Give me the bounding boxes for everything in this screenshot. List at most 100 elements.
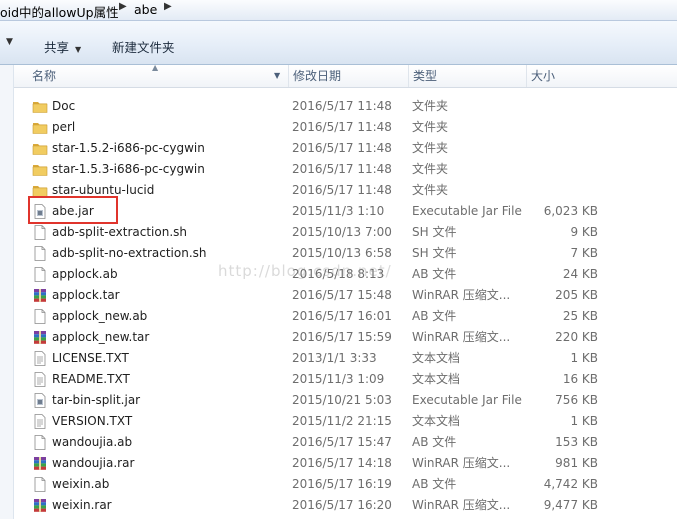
file-row[interactable]: tar-bin-split.jar 2015/10/21 5:03 Executab…	[14, 390, 677, 411]
file-row[interactable]: wandoujia.ab 2016/5/17 15:47 AB 文件 153 KB	[14, 432, 677, 453]
file-name: adb-split-extraction.sh	[52, 225, 188, 239]
file-type: 文本文档	[412, 351, 461, 365]
file-type: SH 文件	[412, 246, 457, 260]
file-row[interactable]: README.TXT 2015/11/3 1:09 文本文档 16 KB	[14, 369, 677, 390]
file-size: 4,742 KB	[543, 477, 598, 491]
file-name: weixin.ab	[52, 477, 110, 491]
file-name: star-1.5.2-i686-pc-cygwin	[52, 141, 205, 155]
file-size	[494, 159, 598, 180]
winrar-archive-icon	[32, 498, 48, 513]
file-name: Doc	[52, 99, 76, 113]
chevron-right-icon[interactable]: ▶	[164, 1, 172, 12]
file-row[interactable]: weixin.ab 2016/5/17 16:19 AB 文件 4,742 KB	[14, 474, 677, 495]
file-row[interactable]: abe.jar 2015/11/3 1:10 Executable Jar File…	[14, 201, 677, 222]
file-row[interactable]: Doc 2016/5/17 11:48 文件夹	[14, 96, 677, 117]
breadcrumb-current[interactable]: abe	[134, 2, 157, 17]
column-date[interactable]: 修改日期	[288, 65, 408, 87]
file-date: 2016/5/17 15:48	[292, 288, 392, 302]
file-row[interactable]: VERSION.TXT 2015/11/2 21:15 文本文档 1 KB	[14, 411, 677, 432]
file-type: AB 文件	[412, 309, 457, 323]
file-row[interactable]: adb-split-no-extraction.sh 2015/10/13 6:5…	[14, 243, 677, 264]
file-date: 2015/11/3 1:10	[292, 204, 385, 218]
column-name[interactable]: 名称	[28, 65, 288, 87]
file-row[interactable]: wandoujia.rar 2016/5/17 14:18 WinRAR 压缩文..…	[14, 453, 677, 474]
winrar-archive-icon	[32, 288, 48, 303]
file-type: AB 文件	[412, 267, 457, 281]
address-bar[interactable]: oid中的allowUp属性 ▶ abe ▶	[0, 0, 677, 21]
new-folder-button[interactable]: 新建文件夹	[112, 37, 175, 56]
file-icon	[32, 225, 48, 240]
file-type: 文本文档	[412, 414, 461, 428]
file-size: 25 KB	[562, 309, 598, 323]
file-date: 2015/11/3 1:09	[292, 372, 385, 386]
file-name: abe.jar	[52, 204, 94, 218]
file-name: wandoujia.rar	[52, 456, 135, 470]
file-date: 2016/5/17 14:18	[292, 456, 392, 470]
file-date: 2016/5/17 11:48	[292, 120, 392, 134]
share-label: 共享	[44, 40, 70, 55]
folder-icon	[32, 120, 48, 135]
file-size	[494, 117, 598, 138]
file-date: 2015/10/13 7:00	[292, 225, 392, 239]
file-row[interactable]: star-ubuntu-lucid 2016/5/17 11:48 文件夹	[14, 180, 677, 201]
chevron-right-icon[interactable]: ▶	[119, 1, 127, 12]
file-date: 2015/10/21 5:03	[292, 393, 392, 407]
file-row[interactable]: applock_new.ab 2016/5/17 16:01 AB 文件 25 KB	[14, 306, 677, 327]
file-size: 1 KB	[570, 351, 598, 365]
file-date: 2015/10/13 6:58	[292, 246, 392, 260]
file-row[interactable]: LICENSE.TXT 2013/1/1 3:33 文本文档 1 KB	[14, 348, 677, 369]
file-row[interactable]: weixin.rar 2016/5/17 16:20 WinRAR 压缩文... 9,…	[14, 495, 677, 516]
watermark: http://blog.csdn.net/	[218, 262, 392, 280]
column-date-label: 修改日期	[293, 69, 342, 83]
file-name: weixin.rar	[52, 498, 112, 512]
column-type[interactable]: 类型	[408, 65, 526, 87]
share-button[interactable]: 共享 ▼	[44, 37, 81, 56]
file-size: 7 KB	[570, 246, 598, 260]
breadcrumb-parent[interactable]: oid中的allowUp属性	[0, 2, 119, 21]
file-type: 文件夹	[412, 141, 449, 155]
file-name: tar-bin-split.jar	[52, 393, 141, 407]
folder-icon	[32, 162, 48, 177]
file-date: 2016/5/17 15:47	[292, 435, 392, 449]
file-date: 2016/5/17 11:48	[292, 162, 392, 176]
folder-icon	[32, 99, 48, 114]
file-size: 220 KB	[555, 330, 598, 344]
file-row[interactable]: adb-split-extraction.sh 2015/10/13 7:00 SH…	[14, 222, 677, 243]
chevron-down-icon[interactable]: ▼	[274, 71, 280, 80]
file-size: 16 KB	[562, 372, 598, 386]
file-size: 205 KB	[555, 288, 598, 302]
file-list: Doc 2016/5/17 11:48 文件夹 perl 2016/5/17 11:48…	[14, 96, 677, 516]
file-type: 文件夹	[412, 162, 449, 176]
column-size[interactable]: 大小	[526, 65, 677, 87]
file-name: perl	[52, 120, 76, 134]
file-row[interactable]: perl 2016/5/17 11:48 文件夹	[14, 117, 677, 138]
organize-dropdown-arrow-icon[interactable]: ▼	[6, 37, 13, 47]
file-icon	[32, 246, 48, 261]
file-row[interactable]: star-1.5.3-i686-pc-cygwin 2016/5/17 11:48…	[14, 159, 677, 180]
file-date: 2016/5/17 16:19	[292, 477, 392, 491]
command-toolbar: ▼ 共享 ▼ 新建文件夹	[0, 21, 677, 65]
folder-icon	[32, 141, 48, 156]
file-size: 6,023 KB	[543, 204, 598, 218]
file-size	[494, 138, 598, 159]
file-row[interactable]: applock_new.tar 2016/5/17 15:59 WinRAR 压缩文…	[14, 327, 677, 348]
file-name: applock_new.tar	[52, 330, 150, 344]
file-date: 2016/5/17 15:59	[292, 330, 392, 344]
file-size	[494, 96, 598, 117]
file-name: VERSION.TXT	[52, 414, 133, 428]
winrar-archive-icon	[32, 456, 48, 471]
text-file-icon	[32, 351, 48, 366]
file-size: 24 KB	[562, 267, 598, 281]
file-type: 文件夹	[412, 120, 449, 134]
file-icon	[32, 267, 48, 282]
file-name: applock_new.ab	[52, 309, 148, 323]
column-size-label: 大小	[531, 69, 556, 83]
file-row[interactable]: applock.tar 2016/5/17 15:48 WinRAR 压缩文... 2…	[14, 285, 677, 306]
file-row[interactable]: star-1.5.2-i686-pc-cygwin 2016/5/17 11:48…	[14, 138, 677, 159]
file-date: 2013/1/1 3:33	[292, 351, 377, 365]
file-type: 文件夹	[412, 99, 449, 113]
file-date: 2016/5/17 16:01	[292, 309, 392, 323]
file-type: SH 文件	[412, 225, 457, 239]
text-file-icon	[32, 414, 48, 429]
file-name: applock.tar	[52, 288, 120, 302]
